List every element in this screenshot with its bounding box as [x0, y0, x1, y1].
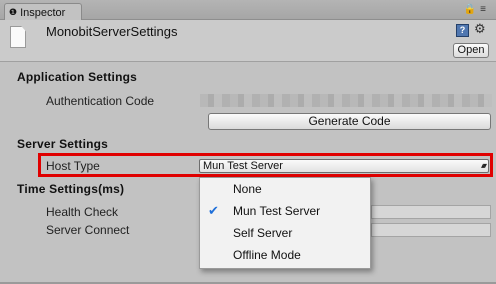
generate-code-button[interactable]: Generate Code — [208, 113, 491, 130]
info-icon: ❶ — [9, 7, 18, 17]
health-check-label: Health Check — [46, 205, 119, 219]
tab-label: Inspector — [20, 7, 66, 19]
inspector-header: MonobitServerSettings ? ⚙ Open — [0, 20, 496, 62]
host-type-select[interactable]: Mun Test Server ▴▾ — [199, 159, 489, 173]
menu-item-label: Self Server — [233, 226, 293, 240]
health-check-field[interactable] — [371, 205, 491, 219]
gear-icon[interactable]: ⚙ — [474, 21, 486, 37]
host-type-value: Mun Test Server — [203, 160, 283, 172]
menu-item-label: Offline Mode — [233, 248, 301, 262]
help-icon[interactable]: ? — [456, 24, 469, 37]
time-settings-heading: Time Settings(ms) — [17, 182, 125, 196]
lock-icon[interactable]: 🔒 — [464, 4, 480, 15]
server-connect-field[interactable] — [371, 223, 491, 237]
menu-item-self-server[interactable]: Self Server — [200, 222, 370, 244]
menu-item-label: None — [233, 182, 262, 196]
asset-file-icon — [10, 26, 26, 48]
host-type-dropdown-menu: None ✔ Mun Test Server Self Server Offli… — [199, 177, 371, 269]
dropdown-arrow-icon: ▴▾ — [480, 161, 487, 170]
menu-icon[interactable]: ≡ — [480, 4, 490, 15]
server-connect-label: Server Connect — [46, 223, 130, 237]
application-settings-heading: Application Settings — [17, 70, 138, 84]
menu-item-mun-test-server[interactable]: ✔ Mun Test Server — [200, 200, 370, 222]
inspector-tab-bar: ❶ Inspector 🔒≡ — [0, 0, 496, 21]
tab-inspector[interactable]: ❶ Inspector — [4, 3, 82, 21]
menu-item-none[interactable]: None — [200, 178, 370, 200]
server-settings-heading: Server Settings — [17, 137, 109, 151]
menu-item-label: Mun Test Server — [233, 204, 321, 218]
checkmark-icon: ✔ — [208, 203, 219, 218]
open-button[interactable]: Open — [453, 43, 489, 58]
asset-title: MonobitServerSettings — [46, 24, 178, 39]
host-type-label: Host Type — [46, 159, 100, 173]
tab-tools: 🔒≡ — [464, 4, 490, 15]
menu-item-offline-mode[interactable]: Offline Mode — [200, 244, 370, 266]
authentication-code-label: Authentication Code — [46, 94, 155, 108]
authentication-code-value[interactable] — [200, 94, 492, 107]
